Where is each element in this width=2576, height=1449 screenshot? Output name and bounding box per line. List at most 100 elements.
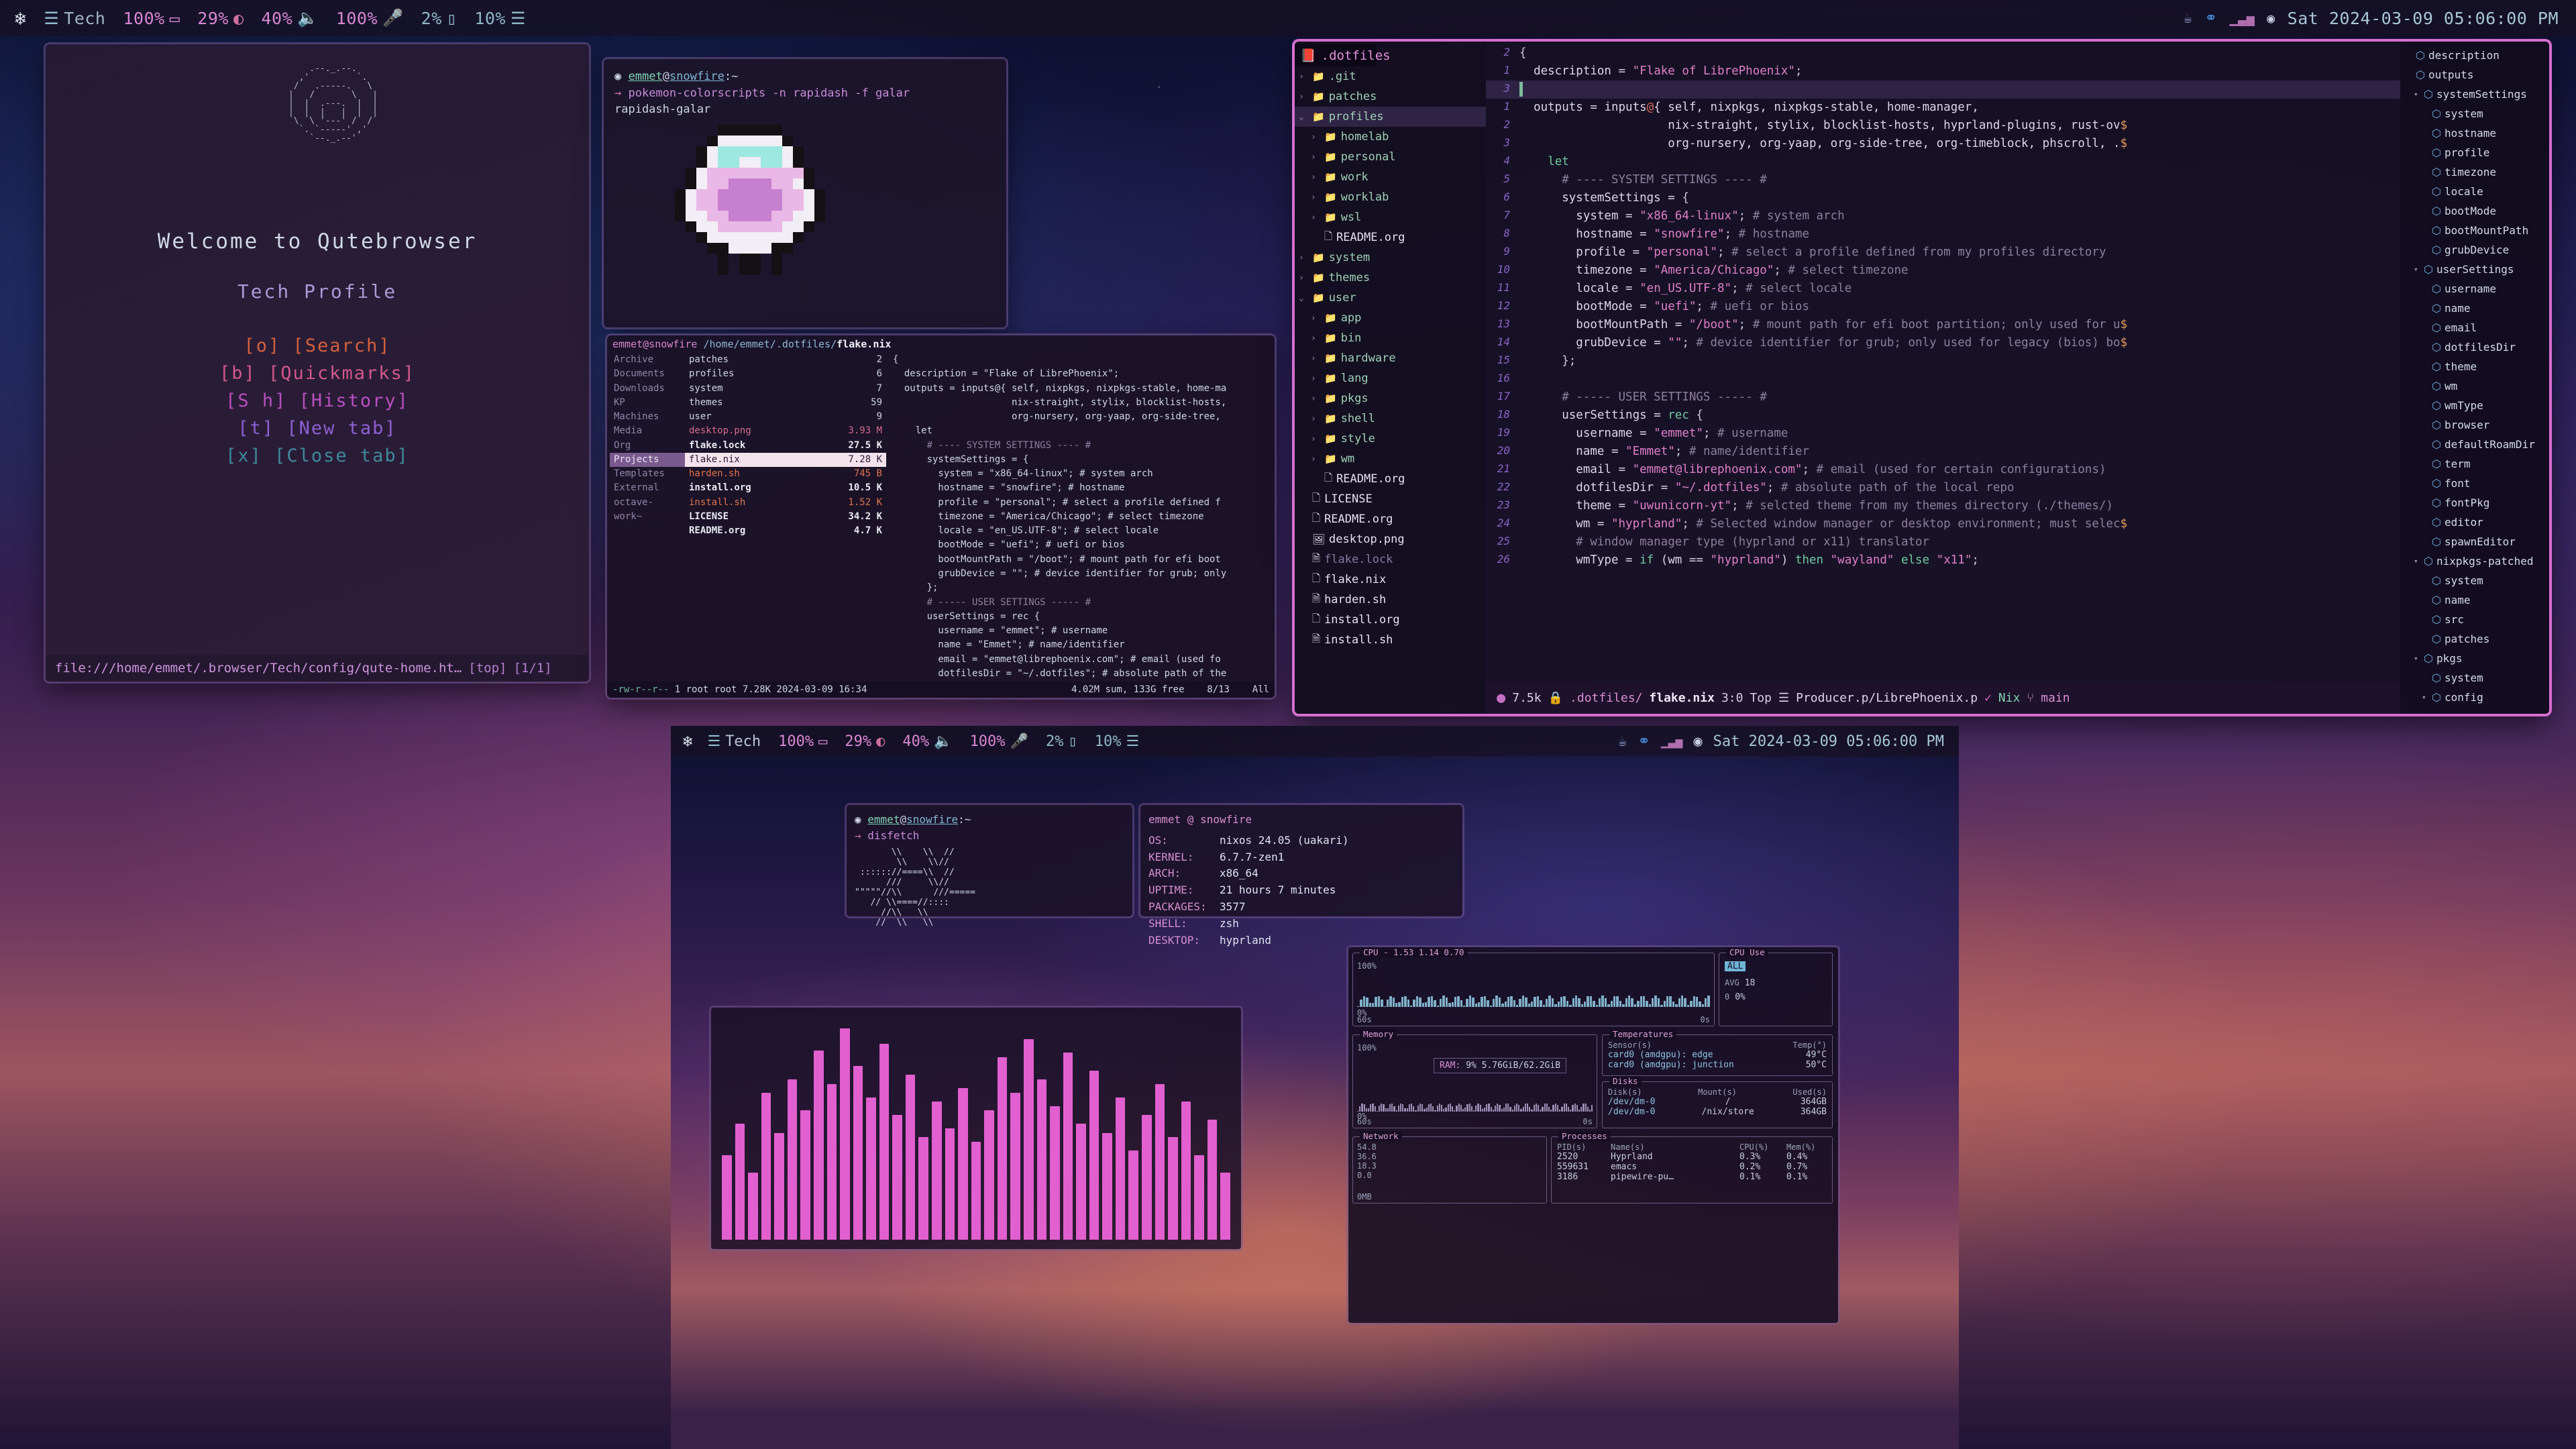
link-search[interactable]: [o] [Search] <box>244 332 390 360</box>
imenu-item[interactable]: ⬡ locale <box>2403 182 2546 201</box>
memory-module-secondary[interactable]: 2% ▯ <box>1046 733 1077 750</box>
treemacs-node[interactable]: › 📁 themes <box>1295 268 1486 288</box>
imenu-item[interactable]: ▾ ⬡ userSettings <box>2403 260 2546 279</box>
triangle-icon[interactable]: ▾ <box>2422 693 2428 702</box>
ranger-parent-item[interactable]: octave-work~ <box>610 496 685 525</box>
ranger-file-item[interactable]: install.sh 1.52 K <box>685 496 886 510</box>
chevron-icon[interactable]: › <box>1311 193 1320 203</box>
brightness-module[interactable]: 29% ◐ <box>197 9 244 28</box>
treemacs-node[interactable]: 🖼 desktop.png <box>1295 529 1486 549</box>
imenu-item[interactable]: ⬡ system <box>2403 571 2546 590</box>
wifi-icon[interactable]: ▁▃▅ <box>2229 10 2255 26</box>
url-text[interactable]: file:///home/emmet/.browser/Tech/config/… <box>55 661 462 676</box>
ranger-file-item[interactable]: flake.lock 27.5 K <box>685 439 886 453</box>
chevron-icon[interactable]: › <box>1311 333 1320 343</box>
triangle-icon[interactable]: ▾ <box>2414 557 2420 566</box>
chevron-icon[interactable]: › <box>1299 72 1308 82</box>
treemacs-node[interactable]: › 📁 .git <box>1295 66 1486 87</box>
imenu-item[interactable]: ⬡ defaultRoamDir <box>2403 435 2546 454</box>
imenu-item[interactable]: ⬡ timezone <box>2403 162 2546 182</box>
imenu-item[interactable]: ⬡ hostname <box>2403 123 2546 143</box>
treemacs-node[interactable]: › 📁 work <box>1295 167 1486 187</box>
treemacs-node[interactable]: › 📁 hardware <box>1295 348 1486 368</box>
treemacs-node[interactable]: › 📁 style <box>1295 429 1486 449</box>
imenu-item[interactable]: ⬡ username <box>2403 279 2546 299</box>
chevron-icon[interactable]: › <box>1311 394 1320 404</box>
ranger-file-item[interactable]: system 7 <box>685 382 886 396</box>
treemacs-node[interactable]: › 📁 homelab <box>1295 127 1486 147</box>
link-close-tab[interactable]: [x] [Close tab] <box>225 442 409 470</box>
treemacs-node[interactable]: ⌄ 📁 profiles <box>1295 107 1486 127</box>
emacs-imenu-sidebar[interactable]: ⬡ description ⬡ outputs ▾ ⬡ systemSettings ⬡ sys… <box>2400 42 2549 714</box>
ranger-parent-column[interactable]: Archive Documents Downloads KP Machines Media… <box>610 353 685 681</box>
ranger-file-item[interactable]: desktop.png 3.93 M <box>685 424 886 438</box>
ranger-file-item[interactable]: flake.nix 7.28 K <box>685 452 886 468</box>
imenu-item[interactable]: ⬡ theme <box>2403 357 2546 376</box>
imenu-item[interactable]: ⬡ fontPkg <box>2403 493 2546 513</box>
btop-system-monitor[interactable]: CPU - 1.53 1.14 0.70 100% 0% 60s 0s CPU … <box>1348 947 1838 1323</box>
imenu-item[interactable]: ⬡ system <box>2403 668 2546 688</box>
treemacs-node[interactable]: 🗎 install.sh <box>1295 630 1486 650</box>
treemacs-node[interactable]: 🗎 flake.lock <box>1295 549 1486 570</box>
chevron-icon[interactable]: › <box>1311 132 1320 142</box>
imenu-item[interactable]: ⬡ grubDevice <box>2403 240 2546 260</box>
ranger-parent-item[interactable]: External <box>610 481 685 495</box>
triangle-icon[interactable]: ▾ <box>2414 265 2420 274</box>
volume-module-secondary[interactable]: 40% 🔈 <box>902 733 952 750</box>
imenu-item[interactable]: ⬡ wm <box>2403 376 2546 396</box>
chevron-icon[interactable]: ⌄ <box>1299 293 1308 303</box>
chevron-icon[interactable]: › <box>1311 213 1320 223</box>
imenu-item[interactable]: ⬡ bootMode <box>2403 201 2546 221</box>
chevron-icon[interactable]: › <box>1311 172 1320 182</box>
imenu-item[interactable]: ⬡ profile <box>2403 143 2546 162</box>
battery-module-secondary[interactable]: 100% ▭ <box>778 733 827 750</box>
imenu-item[interactable]: ▾ ⬡ nixpkgs-patched <box>2403 551 2546 571</box>
treemacs-node[interactable]: › 📁 wsl <box>1295 207 1486 227</box>
link-new-tab[interactable]: [t] [New tab] <box>237 415 396 442</box>
imenu-item[interactable]: ⬡ bootMountPath <box>2403 221 2546 240</box>
wifi-icon-secondary[interactable]: ▁▃▅ <box>1661 735 1683 749</box>
imenu-item[interactable]: ⬡ browser <box>2403 415 2546 435</box>
microphone-module[interactable]: 100% 🎤 <box>336 8 404 28</box>
link-history[interactable]: [S h] [History] <box>225 387 409 415</box>
qutebrowser-window[interactable]: .--._.--. ,' `. / .-----. \ | / \ | | | … <box>46 44 589 682</box>
imenu-item[interactable]: ⬡ name <box>2403 299 2546 318</box>
ranger-parent-item[interactable]: Projects <box>610 452 685 468</box>
imenu-item[interactable]: ▾ ⬡ systemSettings <box>2403 85 2546 104</box>
imenu-item[interactable]: ⬡ src <box>2403 610 2546 629</box>
chevron-icon[interactable]: › <box>1311 354 1320 364</box>
snowflake-icon[interactable]: ❄ <box>15 7 26 30</box>
ranger-file-item[interactable]: README.org 4.7 K <box>685 524 886 538</box>
treemacs-node[interactable]: › 📁 lang <box>1295 368 1486 388</box>
imenu-item[interactable]: ⬡ font <box>2403 474 2546 493</box>
ranger-file-column[interactable]: patches 2 profiles 6 system 7 themes 59 user 9 des… <box>685 353 886 681</box>
record-icon-secondary[interactable]: ◉ <box>1693 733 1702 750</box>
imenu-item[interactable]: ⬡ patches <box>2403 629 2546 649</box>
imenu-item[interactable]: ⬡ outputs <box>2403 65 2546 85</box>
chevron-icon[interactable]: › <box>1299 253 1308 263</box>
treemacs-node[interactable]: 🗋 README.org <box>1295 227 1486 248</box>
treemacs-node[interactable]: › 📁 personal <box>1295 147 1486 167</box>
imenu-item[interactable]: ⬡ term <box>2403 454 2546 474</box>
terminal-window-pokemon[interactable]: ◉ emmet@snowfire:~ → pokemon-colorscript… <box>604 59 1006 327</box>
ranger-file-item[interactable]: patches 2 <box>685 353 886 367</box>
treemacs-node[interactable]: › 📁 app <box>1295 308 1486 328</box>
workspace-indicator[interactable]: ☰ Tech <box>44 9 105 28</box>
ranger-parent-item[interactable]: Templates <box>610 467 685 481</box>
snowflake-icon-secondary[interactable]: ❄ <box>683 732 692 751</box>
treemacs-node[interactable]: 🗋 README.org <box>1295 509 1486 529</box>
treemacs-node[interactable]: › 📁 patches <box>1295 87 1486 107</box>
treemacs-node[interactable]: 🗋 README.org <box>1295 469 1486 489</box>
ranger-parent-item[interactable]: Documents <box>610 367 685 381</box>
treemacs-node[interactable]: › 📁 system <box>1295 248 1486 268</box>
ranger-file-item[interactable]: install.org 10.5 K <box>685 481 886 495</box>
imenu-item[interactable]: ⬡ name <box>2403 590 2546 610</box>
imenu-item[interactable]: ⬡ spawnEditor <box>2403 532 2546 551</box>
ranger-parent-item[interactable]: Media <box>610 424 685 438</box>
microphone-module-secondary[interactable]: 100% 🎤 <box>970 733 1028 750</box>
triangle-icon[interactable]: ▾ <box>2414 90 2420 99</box>
imenu-item[interactable]: ▾ ⬡ config <box>2403 688 2546 707</box>
mug-icon-secondary[interactable]: ☕ <box>1618 733 1627 750</box>
process-row[interactable]: 559631 emacs 0.2% 0.7% <box>1557 1162 1827 1172</box>
imenu-item[interactable]: ⬡ system <box>2403 104 2546 123</box>
